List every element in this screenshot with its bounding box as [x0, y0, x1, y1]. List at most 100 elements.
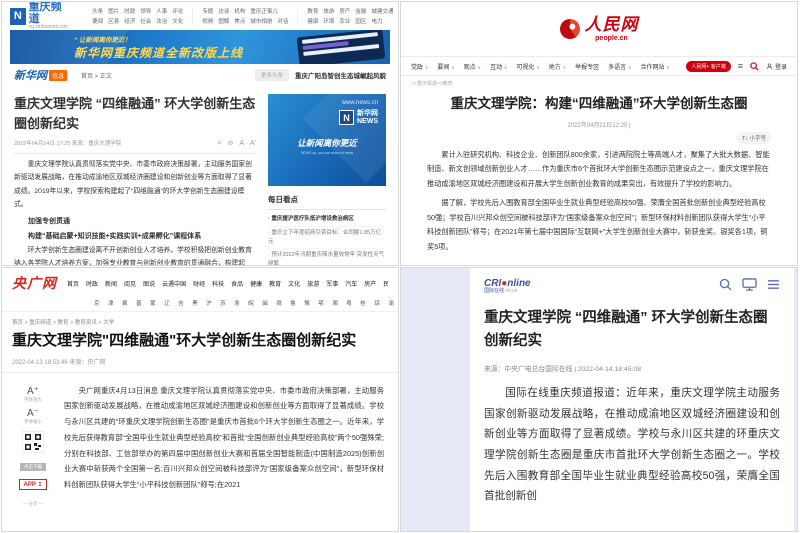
- search-icon[interactable]: [719, 278, 732, 291]
- province-link[interactable]: 浙: [234, 299, 240, 307]
- font-increase-icon[interactable]: A′: [250, 140, 256, 147]
- province-link[interactable]: 闽: [262, 299, 268, 307]
- province-link[interactable]: 蒙: [150, 299, 156, 307]
- nav-link[interactable]: 评论: [172, 7, 183, 15]
- nav-link[interactable]: 园区: [355, 17, 366, 25]
- nav-item[interactable]: 健康: [250, 279, 262, 288]
- nav-item[interactable]: 首页: [67, 279, 79, 288]
- province-link[interactable]: 吉: [178, 299, 184, 307]
- nav-link[interactable]: 法治: [156, 17, 167, 25]
- nav-link[interactable]: 领导: [140, 7, 151, 15]
- province-link[interactable]: 琼: [374, 299, 380, 307]
- nav-link[interactable]: 时政: [124, 7, 135, 15]
- nav-item[interactable]: 军事: [326, 279, 338, 288]
- promo-image[interactable]: www.news.cn N 新华网NEWS 让新闻离你更近 NEWS up, y…: [268, 94, 386, 186]
- app-download-badge[interactable]: APP ↥: [19, 479, 48, 490]
- cri-logo[interactable]: CRI●nline 国际在线 cri.cn: [484, 278, 531, 295]
- nav-item[interactable]: 科技: [212, 279, 224, 288]
- nav-link[interactable]: 访谈: [218, 7, 229, 15]
- font-size-toggle[interactable]: T↕ 小字号: [737, 132, 771, 144]
- share-label[interactable]: — 分享 —: [2, 501, 64, 507]
- nav-item[interactable]: 时政: [86, 279, 98, 288]
- nav-link[interactable]: 健康: [307, 17, 318, 25]
- province-link[interactable]: 辽: [164, 299, 170, 307]
- redesign-banner[interactable]: “ 让新闻离你更近！ 新华网重庆频道全新改版上线: [10, 30, 390, 64]
- nav-link[interactable]: 房产: [339, 7, 350, 15]
- daily-item-link[interactable]: 重庆援沪医疗队抵沪增设救治病区: [268, 213, 386, 227]
- nav-item[interactable]: 旅游: [307, 279, 319, 288]
- province-link[interactable]: 晋: [136, 299, 142, 307]
- nav-item[interactable]: 合作网站 ∨: [641, 62, 670, 71]
- province-link[interactable]: 冀: [122, 299, 128, 307]
- cnr-logo[interactable]: 央广网: [12, 273, 57, 293]
- nav-item[interactable]: 举报专区: [575, 62, 599, 71]
- menu-icon[interactable]: [767, 279, 780, 290]
- nav-link[interactable]: 电力: [371, 17, 382, 25]
- nav-item[interactable]: 云遇中国: [162, 279, 186, 288]
- nav-item[interactable]: 观点 ∨: [464, 62, 481, 71]
- nav-item[interactable]: 互动 ∨: [490, 62, 507, 71]
- nav-link[interactable]: 教育: [307, 7, 318, 15]
- breadcrumb[interactable]: 首页 > 正文: [81, 71, 112, 80]
- daily-item-link[interactable]: 重庆立下年度招商引资目标：合同额1.85万亿元: [268, 227, 386, 250]
- people-logo[interactable]: 人民网 people.cn: [401, 2, 797, 56]
- nav-link[interactable]: 社会: [140, 17, 151, 25]
- nav-link[interactable]: 图解: [218, 17, 229, 25]
- breadcrumb[interactable]: 首页 > 重庆频道 > 教育 > 教育资讯 > 大学: [2, 312, 398, 328]
- qr-code-icon[interactable]: [22, 431, 44, 453]
- nav-item[interactable]: 党政 ∨: [411, 62, 428, 71]
- daily-item-link[interactable]: 预计2022年汛期重庆降水量较常年 突发性天气频繁: [268, 249, 386, 266]
- nav-link[interactable]: 经济: [124, 17, 135, 25]
- search-icon[interactable]: [750, 62, 759, 71]
- nav-link[interactable]: 农业: [339, 17, 350, 25]
- nav-item[interactable]: 食品: [231, 279, 243, 288]
- nav-link[interactable]: 城市相册: [250, 17, 272, 25]
- print-icon[interactable]: ⊖: [227, 139, 233, 147]
- share-icon[interactable]: <: [217, 140, 221, 147]
- nav-link[interactable]: 专题: [202, 7, 213, 15]
- province-link[interactable]: 赣: [276, 299, 282, 307]
- province-link[interactable]: 黑: [192, 299, 198, 307]
- client-app-badge[interactable]: 人民网+ 客户端: [686, 61, 730, 72]
- province-link[interactable]: 鲁: [290, 299, 296, 307]
- nav-link[interactable]: 文化: [172, 17, 183, 25]
- nav-link[interactable]: 要闻: [92, 17, 103, 25]
- login-button[interactable]: 登录: [766, 62, 787, 71]
- nav-link[interactable]: 头条: [92, 7, 103, 15]
- nav-link[interactable]: 环境: [323, 17, 334, 25]
- xinhua-sub-logo[interactable]: 新华网: [14, 67, 47, 83]
- nav-item[interactable]: 财经: [193, 279, 205, 288]
- nav-item[interactable]: 教育: [269, 279, 281, 288]
- nav-item[interactable]: 民族: [383, 279, 388, 288]
- province-link[interactable]: 鄂: [318, 299, 324, 307]
- font-decrease-button[interactable]: A⁻: [2, 409, 64, 419]
- nav-item[interactable]: 阅见: [124, 279, 136, 288]
- nav-link[interactable]: 图片: [108, 7, 119, 15]
- menu-icon[interactable]: ≡: [738, 62, 743, 71]
- nav-link[interactable]: 机构: [234, 7, 245, 15]
- nav-link[interactable]: 视频: [202, 17, 213, 25]
- nav-link[interactable]: 焦点: [234, 17, 245, 25]
- province-link[interactable]: 湘: [332, 299, 338, 307]
- nav-item[interactable]: 房产: [364, 279, 376, 288]
- province-link[interactable]: 京: [94, 299, 100, 307]
- province-link[interactable]: 渝: [388, 299, 394, 307]
- province-link[interactable]: 津: [108, 299, 114, 307]
- xinhua-logo[interactable]: N 重庆频道 cq.xinhuanet.com: [10, 1, 69, 31]
- province-link[interactable]: 豫: [304, 299, 310, 307]
- province-link[interactable]: 苏: [220, 299, 226, 307]
- nav-link[interactable]: 旅游: [323, 7, 334, 15]
- font-decrease-icon[interactable]: A: [239, 140, 244, 147]
- nav-item[interactable]: 新闻: [105, 279, 117, 288]
- font-increase-button[interactable]: A⁺: [2, 387, 64, 397]
- province-link[interactable]: 粤: [346, 299, 352, 307]
- nav-item[interactable]: 文化: [288, 279, 300, 288]
- nav-item[interactable]: 地方 ∨: [549, 62, 566, 71]
- province-link[interactable]: 沪: [206, 299, 212, 307]
- nav-item[interactable]: 多语言 ∨: [608, 62, 631, 71]
- nav-link[interactable]: 区县: [108, 17, 119, 25]
- nav-link[interactable]: 重庆正事儿: [250, 7, 278, 15]
- nav-item[interactable]: 要闻 ∨: [437, 62, 454, 71]
- breadcrumb[interactable]: >>重庆频道>>教育: [401, 76, 797, 91]
- more-button[interactable]: 更多头条: [255, 69, 289, 81]
